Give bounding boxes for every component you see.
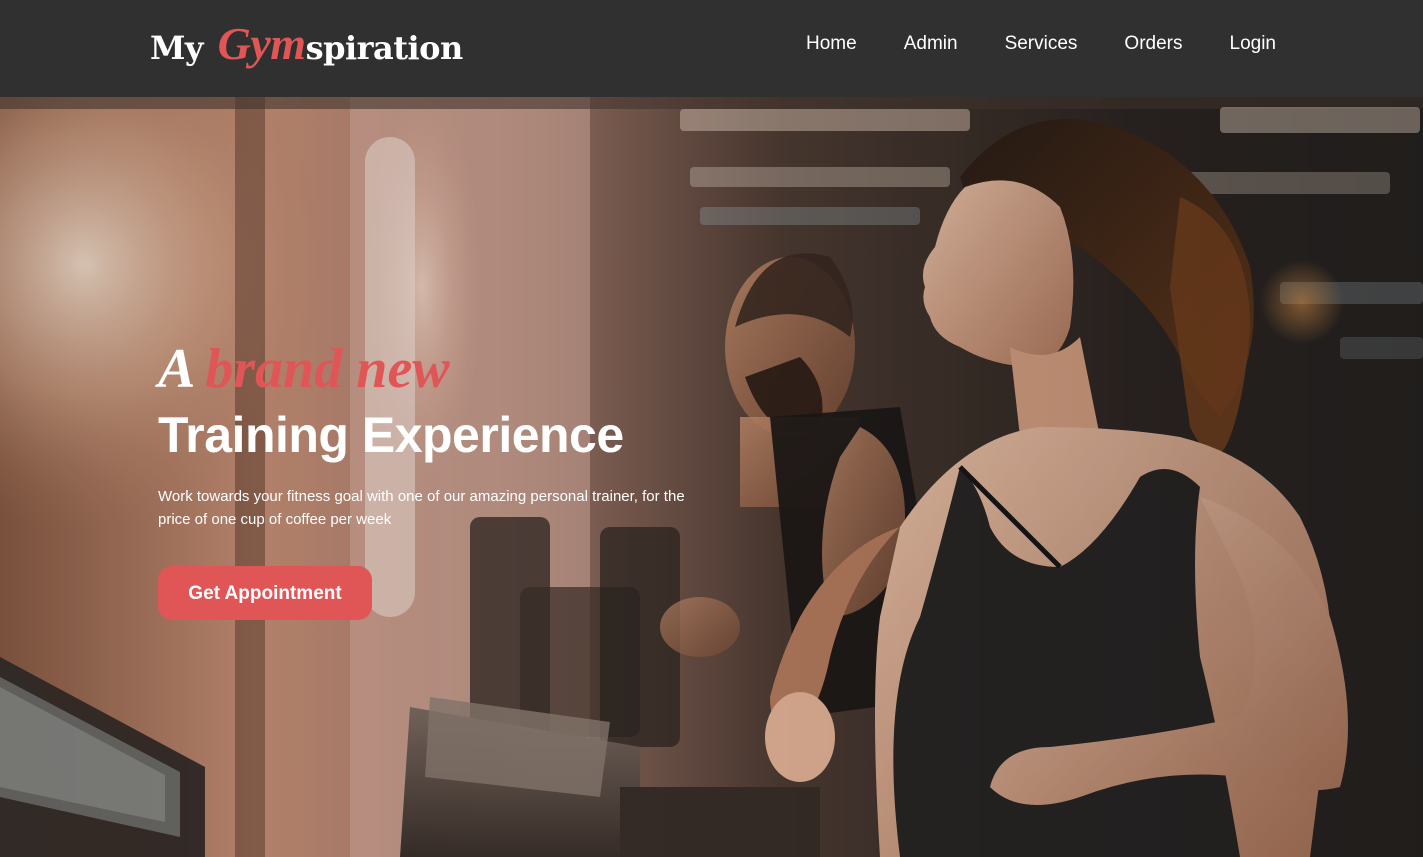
- hero-kicker-accent: brand new: [205, 338, 450, 400]
- logo-prefix: My: [150, 29, 214, 67]
- logo-suffix: spiration: [305, 29, 464, 67]
- hero-kicker: Abrand new: [158, 337, 718, 401]
- nav-orders[interactable]: Orders: [1124, 30, 1182, 58]
- hero-kicker-plain: A: [158, 338, 196, 400]
- hero-headline: Training Experience: [158, 407, 624, 463]
- hero-content: Abrand new Training Experience Work towa…: [158, 337, 718, 620]
- hero-description: Work towards your fitness goal with one …: [158, 488, 685, 528]
- hero-section: Abrand new Training Experience Work towa…: [0, 97, 1423, 857]
- site-logo[interactable]: My Gymspiration: [150, 16, 463, 76]
- main-nav: Home Admin Services Orders Login: [759, 30, 1276, 58]
- nav-admin[interactable]: Admin: [904, 30, 958, 58]
- nav-home[interactable]: Home: [806, 30, 857, 58]
- get-appointment-button[interactable]: Get Appointment: [158, 566, 372, 620]
- nav-login[interactable]: Login: [1230, 30, 1277, 58]
- nav-services[interactable]: Services: [1005, 30, 1078, 58]
- site-header: My Gymspiration Home Admin Services Orde…: [0, 0, 1423, 97]
- logo-accent: Gym: [217, 18, 306, 69]
